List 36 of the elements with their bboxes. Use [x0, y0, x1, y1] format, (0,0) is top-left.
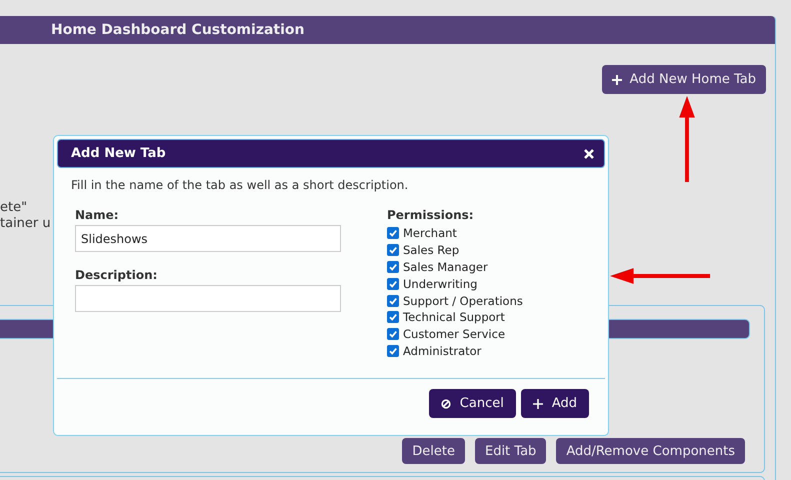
dialog-button[interactable]: Cancel [428, 389, 516, 418]
tab-action-button[interactable]: Delete [402, 438, 465, 464]
checkbox-label: Administrator [403, 344, 482, 358]
plus-icon [532, 398, 543, 408]
checkbox-label: Merchant [403, 226, 457, 240]
ban-icon [440, 398, 451, 408]
checkbox[interactable] [387, 244, 399, 256]
checkbox[interactable] [387, 294, 399, 307]
checkbox[interactable] [387, 260, 399, 273]
field-label: Permissions: [387, 208, 475, 222]
checkbox[interactable] [387, 344, 399, 357]
checkbox-label: Support / Operations [403, 294, 523, 308]
tab-action-button[interactable]: Edit Tab [474, 438, 546, 464]
checkbox-label: Technical Support [403, 310, 505, 324]
checkbox-label: Sales Rep [403, 243, 460, 258]
plus-icon [612, 74, 622, 84]
add-home-tab-button[interactable]: Add New Home Tab [602, 65, 766, 94]
dialog-button[interactable]: Add [520, 389, 589, 418]
dialog-title: Add New Tab [71, 146, 166, 161]
name-field[interactable]: Slideshows [75, 225, 341, 252]
panel-title: Home Dashboard Customization [51, 22, 304, 38]
checkbox[interactable] [387, 227, 399, 240]
checkbox-label: Underwriting [403, 276, 478, 291]
checkbox-label: Sales Manager [403, 260, 488, 274]
field-label: Description: [75, 268, 158, 282]
tab-action-button[interactable]: Add/Remove Components [556, 438, 745, 464]
note-text: ete" [0, 200, 28, 216]
checkbox[interactable] [387, 278, 399, 290]
checkbox[interactable] [387, 328, 399, 340]
description-field[interactable] [75, 285, 341, 312]
checkbox[interactable] [387, 311, 399, 324]
checkbox-label: Customer Service [403, 327, 506, 342]
note-text: tainer u [0, 216, 51, 232]
close-icon[interactable] [584, 148, 594, 158]
field-label: Name: [75, 208, 120, 222]
dialog-instructions: Fill in the name of the tab as well as a short description. [71, 178, 410, 192]
